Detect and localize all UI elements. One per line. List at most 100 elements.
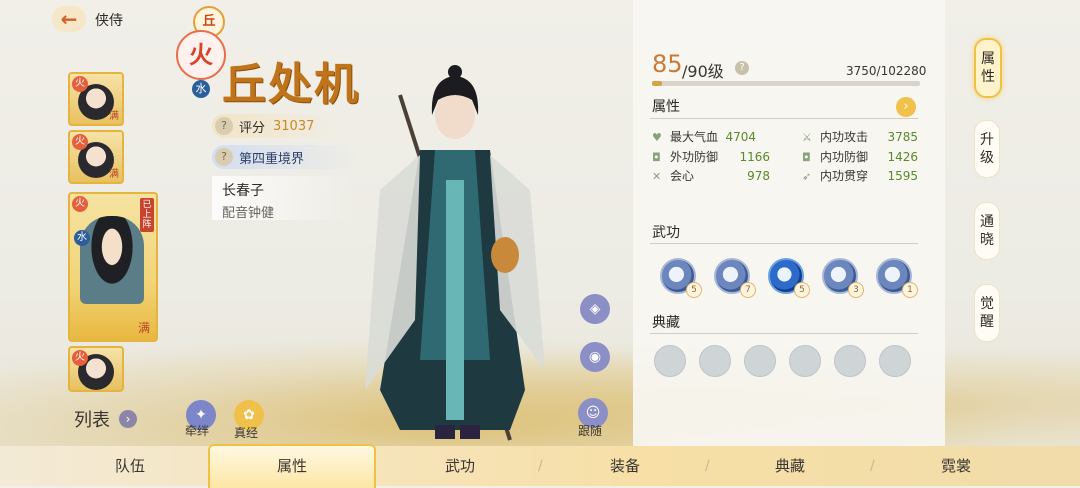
skill-level: 7 bbox=[740, 282, 756, 298]
roster-card-selected[interactable]: 火 水 已上阵 满 bbox=[68, 192, 158, 342]
tab-equipment[interactable]: 装备 bbox=[555, 446, 695, 486]
treasure-slot-icon[interactable] bbox=[789, 345, 821, 377]
skill-level: 5 bbox=[794, 282, 810, 298]
full-label: 满 bbox=[109, 111, 119, 122]
tab-attributes[interactable]: 属性 bbox=[974, 38, 1002, 98]
stat-row: ⚔ 内功攻击 3785 bbox=[802, 128, 918, 145]
realm-label: 第四重境界 bbox=[239, 151, 305, 167]
fire-sect-emblem-icon: 火 bbox=[176, 30, 226, 80]
list-label[interactable]: 列表 bbox=[74, 406, 110, 432]
fire-sect-icon: 火 bbox=[72, 134, 88, 150]
bottom-nav: 队伍 属性 武功 / 装备 / 典藏 / 霓裳 bbox=[0, 444, 1080, 488]
attributes-title: 属性 bbox=[652, 99, 680, 115]
level-max: /90级 bbox=[682, 62, 724, 81]
skill-level: 5 bbox=[686, 282, 702, 298]
treasure-slot-icon[interactable] bbox=[654, 345, 686, 377]
back-arrow-icon[interactable]: ← bbox=[52, 6, 86, 32]
exp-bar-fill bbox=[652, 81, 662, 86]
list-arrow-icon[interactable]: › bbox=[119, 410, 137, 428]
stat-row: ◘ 内功防御 1426 bbox=[802, 148, 918, 165]
level-value: 85 bbox=[652, 50, 683, 78]
stat-label: 外功防御 bbox=[670, 150, 719, 164]
tab-awaken[interactable]: 觉醒 bbox=[974, 284, 1000, 342]
skill-icon[interactable]: 5 bbox=[660, 258, 702, 298]
treasure-slot-icon[interactable] bbox=[744, 345, 776, 377]
tab-costume[interactable]: 霓裳 bbox=[886, 446, 1026, 486]
exp-value: 3750/102280 bbox=[846, 64, 927, 78]
water-element-icon: 水 bbox=[192, 80, 210, 98]
help-icon[interactable]: ? bbox=[215, 148, 233, 166]
score-label: 评分 bbox=[239, 120, 266, 136]
stat-value: 3785 bbox=[887, 129, 918, 144]
divider bbox=[650, 333, 918, 334]
fire-sect-icon: 火 bbox=[72, 196, 88, 212]
collection-title: 典藏 bbox=[652, 315, 680, 331]
stat-value: 1595 bbox=[887, 168, 918, 183]
stat-value: 4704 bbox=[725, 129, 756, 144]
outfit-icon[interactable]: ◈ bbox=[580, 294, 610, 324]
heart-icon: ♥ bbox=[652, 130, 662, 144]
character-model bbox=[365, 65, 545, 441]
skill-level: 1 bbox=[902, 282, 918, 298]
master-name: 长春子 bbox=[222, 183, 264, 199]
divider bbox=[650, 118, 918, 119]
help-icon[interactable]: ? bbox=[215, 117, 233, 135]
fire-sect-icon: 火 bbox=[72, 76, 88, 92]
roster-card-2[interactable]: 火 满 bbox=[68, 130, 124, 184]
bond-label[interactable]: 牵绊 bbox=[185, 422, 209, 439]
deployed-tag: 已上阵 bbox=[140, 198, 154, 232]
skill-level: 3 bbox=[848, 282, 864, 298]
hero-name: 丘处机 bbox=[222, 59, 360, 110]
water-element-icon: 水 bbox=[74, 230, 90, 246]
help-icon[interactable]: ? bbox=[735, 61, 749, 75]
stat-row: ♥ 最大气血 4704 bbox=[652, 128, 756, 145]
tab-attributes-bottom[interactable]: 属性 bbox=[208, 444, 376, 488]
tab-mastery[interactable]: 通晓 bbox=[974, 202, 1000, 260]
tab-collection[interactable]: 典藏 bbox=[720, 446, 860, 486]
full-label: 满 bbox=[109, 169, 119, 180]
armor-icon: ◘ bbox=[802, 150, 811, 164]
treasure-slot-icon[interactable] bbox=[699, 345, 731, 377]
stat-label: 内功攻击 bbox=[820, 130, 869, 144]
camera-icon[interactable]: ◉ bbox=[580, 342, 610, 372]
skill-icon[interactable]: 3 bbox=[822, 258, 864, 298]
scripture-label[interactable]: 真经 bbox=[234, 424, 258, 441]
voice-actor: 配音钟健 bbox=[222, 206, 275, 221]
stat-label: 最大气血 bbox=[670, 130, 719, 144]
sword-icon: ⚔ bbox=[802, 130, 812, 144]
tab-upgrade[interactable]: 升级 bbox=[974, 120, 1000, 178]
follow-label[interactable]: 跟随 bbox=[578, 422, 602, 439]
skill-icon[interactable]: 5 bbox=[768, 258, 810, 298]
page-title: 侠侍 bbox=[95, 13, 123, 29]
fire-sect-icon: 火 bbox=[72, 350, 88, 366]
armor-icon: ◘ bbox=[652, 150, 661, 164]
exp-bar bbox=[652, 81, 920, 86]
treasure-slot-icon[interactable] bbox=[879, 345, 911, 377]
stat-value: 1426 bbox=[887, 149, 918, 164]
skill-icon[interactable]: 1 bbox=[876, 258, 918, 298]
stat-label: 内功贯穿 bbox=[820, 169, 869, 183]
score-value: 31037 bbox=[273, 118, 315, 134]
martial-title: 武功 bbox=[652, 225, 680, 241]
roster-card-1[interactable]: 火 满 bbox=[68, 72, 124, 126]
stat-value: 978 bbox=[747, 168, 770, 183]
attributes-detail-icon[interactable]: › bbox=[896, 97, 916, 117]
tab-martial[interactable]: 武功 bbox=[390, 446, 530, 486]
tab-team[interactable]: 队伍 bbox=[60, 446, 200, 486]
pierce-icon: ➶ bbox=[802, 169, 812, 183]
full-label: 满 bbox=[137, 321, 150, 335]
separator: / bbox=[870, 458, 875, 474]
separator: / bbox=[705, 458, 710, 474]
score-chip[interactable]: ? 评分 31037 bbox=[212, 114, 342, 138]
stat-row: ➶ 内功贯穿 1595 bbox=[802, 167, 918, 184]
treasure-slot-icon[interactable] bbox=[834, 345, 866, 377]
crit-icon: ✕ bbox=[652, 169, 662, 183]
skill-icon[interactable]: 7 bbox=[714, 258, 756, 298]
realm-chip[interactable]: ? 第四重境界 bbox=[212, 145, 356, 169]
hero-portrait bbox=[80, 216, 144, 304]
roster-card-4[interactable]: 火 bbox=[68, 346, 124, 392]
separator: / bbox=[538, 458, 543, 474]
stat-row: ◘ 外功防御 1166 bbox=[652, 148, 770, 165]
divider bbox=[650, 243, 918, 244]
stat-label: 会心 bbox=[670, 169, 695, 183]
